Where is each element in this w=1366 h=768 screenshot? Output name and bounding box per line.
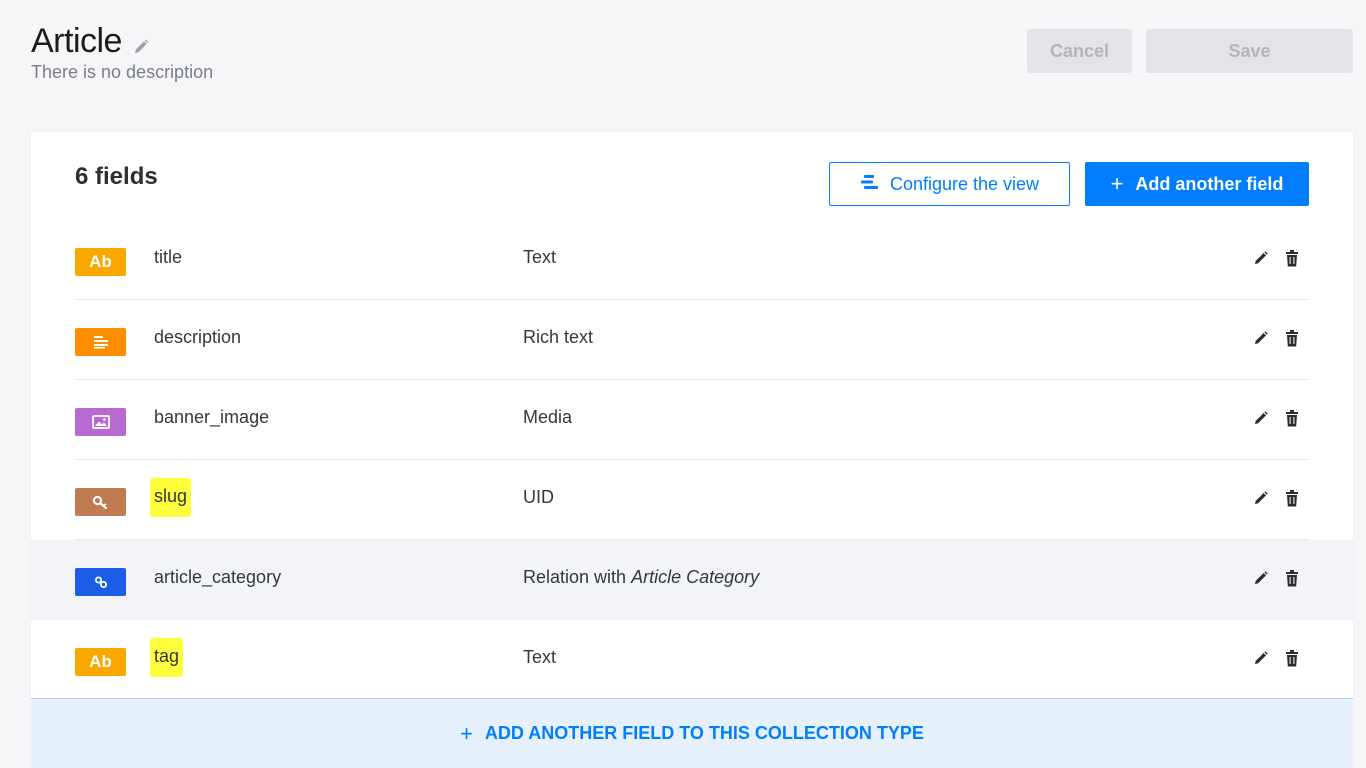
key-icon <box>75 488 126 516</box>
text-icon: Ab <box>75 248 126 276</box>
richtext-icon <box>75 328 126 356</box>
delete-trash-icon[interactable] <box>1285 570 1301 588</box>
add-field-to-collection-label: ADD ANOTHER FIELD TO THIS COLLECTION TYP… <box>484 723 924 743</box>
image-icon <box>75 408 126 436</box>
delete-trash-icon[interactable] <box>1285 490 1301 508</box>
delete-trash-icon[interactable] <box>1285 250 1301 268</box>
field-type: Relation with Article Category <box>523 567 759 588</box>
delete-trash-icon[interactable] <box>1285 410 1301 428</box>
fields-card: 6 fields Configure the view + Add anothe… <box>31 132 1353 768</box>
field-row-description[interactable]: description Rich text <box>31 300 1353 380</box>
text-icon: Ab <box>75 648 126 676</box>
title-wrap: Article <box>31 22 150 61</box>
add-field-to-collection-button[interactable]: + ADD ANOTHER FIELD TO THIS COLLECTION T… <box>31 698 1353 768</box>
link-icon <box>75 568 126 596</box>
field-row-slug[interactable]: slug UID <box>31 460 1353 540</box>
edit-pencil-icon[interactable] <box>1253 570 1269 588</box>
delete-trash-icon[interactable] <box>1285 330 1301 348</box>
field-name: article_category <box>154 567 282 587</box>
field-row-article-category[interactable]: article_category Relation with Article C… <box>31 540 1353 620</box>
field-type: Text <box>523 247 557 267</box>
page-header: Article There is no description Cancel S… <box>0 0 1366 120</box>
field-name: description <box>154 327 242 347</box>
field-row-tag[interactable]: Ab tag Text <box>31 620 1353 700</box>
field-type: Text <box>523 647 557 667</box>
field-row-title[interactable]: Ab title Text <box>31 220 1353 300</box>
edit-pencil-icon[interactable] <box>1253 410 1269 428</box>
field-row-banner-image[interactable]: banner_image Media <box>31 380 1353 460</box>
edit-pencil-icon[interactable] <box>1253 250 1269 268</box>
plus-icon: + <box>1110 171 1124 196</box>
plus-icon: + <box>460 720 473 746</box>
relation-target: Article Category <box>631 567 760 587</box>
add-another-field-label: Add another field <box>1135 173 1284 194</box>
edit-pencil-icon[interactable] <box>1253 330 1269 348</box>
edit-pencil-icon[interactable] <box>1253 650 1269 668</box>
configure-view-button[interactable]: Configure the view <box>829 162 1070 206</box>
fields-list: Ab title Text description Rich text bann… <box>31 220 1353 700</box>
edit-title-pencil-icon[interactable] <box>132 38 150 61</box>
configure-view-icon <box>860 174 880 195</box>
add-another-field-button[interactable]: + Add another field <box>1085 162 1309 206</box>
field-type: Rich text <box>523 327 594 347</box>
field-name: tag <box>150 638 184 677</box>
edit-pencil-icon[interactable] <box>1253 490 1269 508</box>
configure-view-label: Configure the view <box>889 173 1040 194</box>
page-description: There is no description <box>31 62 214 82</box>
delete-trash-icon[interactable] <box>1285 650 1301 668</box>
field-type: UID <box>523 487 554 507</box>
field-name: slug <box>150 478 192 517</box>
field-name: banner_image <box>154 407 270 427</box>
page-title: Article <box>31 22 122 60</box>
field-type: Media <box>523 407 573 427</box>
save-button[interactable]: Save <box>1146 29 1353 73</box>
field-type-text: Relation with <box>523 567 627 587</box>
fields-count-heading: 6 fields <box>75 163 158 190</box>
field-name: title <box>154 247 183 267</box>
cancel-button[interactable]: Cancel <box>1027 29 1132 73</box>
